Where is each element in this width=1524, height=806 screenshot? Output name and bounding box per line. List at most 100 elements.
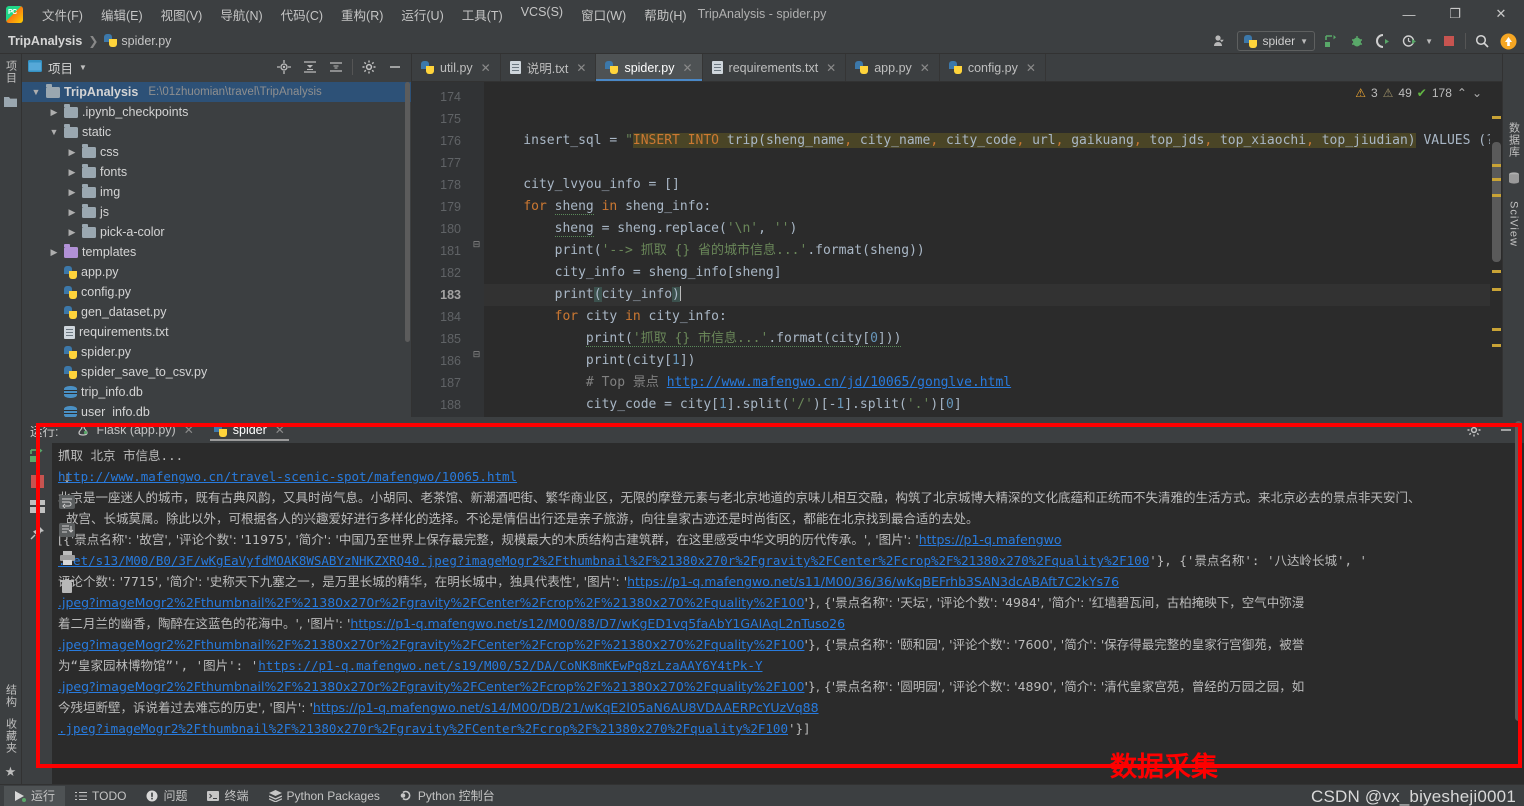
user-dropdown-icon[interactable] bbox=[1211, 31, 1231, 51]
console-line-11[interactable]: .jpeg?imageMogr2%2Fthumbnail%2F%21380x27… bbox=[58, 676, 1524, 697]
window-controls[interactable]: — ❐ ✕ bbox=[1386, 0, 1524, 28]
console-line-12[interactable]: 今残垣断壁，诉说着过去难忘的历史', '图片': 'https://p1-q.m… bbox=[58, 697, 1524, 718]
locate-icon[interactable] bbox=[274, 57, 294, 77]
stop-icon[interactable] bbox=[30, 475, 44, 491]
editor-scrollbar-thumb[interactable] bbox=[1492, 142, 1501, 262]
tool-window-project[interactable]: 项目 bbox=[3, 60, 19, 84]
editor-tab-spider.py[interactable]: spider.py ✕ bbox=[596, 54, 703, 81]
status-todo-icon[interactable]: TODO bbox=[65, 786, 136, 806]
code-line-179[interactable]: for sheng in sheng_info: bbox=[484, 196, 1502, 218]
close-icon[interactable]: ✕ bbox=[184, 423, 194, 437]
breadcrumb-project[interactable]: TripAnalysis bbox=[8, 34, 82, 48]
console-side-toolbar[interactable]: ↑ ↓ bbox=[52, 443, 82, 784]
menu-10[interactable]: 帮助(H) bbox=[635, 2, 695, 27]
console-link[interactable]: .jpeg?imageMogr2%2Fthumbnail%2F%21380x27… bbox=[58, 637, 804, 652]
collapse-all-icon[interactable] bbox=[326, 57, 346, 77]
trash-icon[interactable] bbox=[60, 579, 74, 597]
editor-tab-util.py[interactable]: util.py ✕ bbox=[412, 54, 501, 81]
code-line-178[interactable]: city_lvyou_info = [] bbox=[484, 174, 1502, 196]
console-line-4[interactable]: [{'景点名称': '故宫', '评论个数': '11975', '简介': '… bbox=[58, 529, 1524, 550]
code-line-181[interactable]: print('--> 抓取 {} 省的城市信息...'.format(sheng… bbox=[484, 240, 1502, 262]
console-link[interactable]: https://p1-q.mafengwo.net/s19/M00/52/DA/… bbox=[258, 658, 762, 673]
gear-icon[interactable] bbox=[359, 57, 379, 77]
code-line-188[interactable]: city_code = city[1].split('/')[-1].split… bbox=[484, 394, 1502, 416]
tree-node-css[interactable]: ▶ css bbox=[22, 142, 411, 162]
code-line-175[interactable] bbox=[484, 108, 1502, 130]
fold-marker-184[interactable]: ⊟ bbox=[472, 350, 481, 359]
code-line-186[interactable]: print(city[1]) bbox=[484, 350, 1502, 372]
chevron-right-icon[interactable]: ▶ bbox=[66, 147, 78, 158]
console-link[interactable]: https://p1-q.mafengwo bbox=[919, 532, 1062, 547]
print-icon[interactable] bbox=[59, 551, 75, 568]
menu-bar[interactable]: 文件(F) 编辑(E) 视图(V) 导航(N) 代码(C) 重构(R) 运行(U) 工具(T)… bbox=[33, 2, 696, 27]
editor-tab-bar[interactable]: util.py ✕ 说明.txt ✕ spider.py ✕ requirements.tx… bbox=[412, 54, 1502, 82]
code-line-174[interactable] bbox=[484, 86, 1502, 108]
close-icon[interactable]: ✕ bbox=[1026, 61, 1036, 75]
tree-node-requirements.txt[interactable]: requirements.txt bbox=[22, 322, 411, 342]
run-tab-spider[interactable]: spider ✕ bbox=[204, 417, 295, 443]
next-problem-icon[interactable]: ⌄ bbox=[1472, 86, 1482, 100]
menu-0[interactable]: 文件(F) bbox=[33, 2, 92, 27]
editor-tab-requirements.txt[interactable]: requirements.txt ✕ bbox=[703, 54, 847, 81]
console-line-5[interactable]: .net/s13/M00/B0/3F/wKgEaVyfdMOAK8WSABYzN… bbox=[58, 550, 1524, 571]
close-icon[interactable]: ✕ bbox=[920, 61, 930, 75]
left-tool-strip[interactable]: 项目 结构 收藏夹 ★ bbox=[0, 54, 22, 784]
tree-node-TripAnalysis[interactable]: ▼ TripAnalysis E:\01zhuomian\travel\TripAn… bbox=[22, 82, 411, 102]
tool-window-database[interactable]: 数据库 bbox=[1506, 122, 1522, 158]
fold-marker-179[interactable]: ⊟ bbox=[472, 240, 481, 249]
close-icon[interactable]: ✕ bbox=[275, 423, 285, 437]
console-line-8[interactable]: 着二月兰的幽香，陶醉在这蓝色的花海中。', '图片': 'https://p1-… bbox=[58, 613, 1524, 634]
chevron-right-icon[interactable]: ▶ bbox=[48, 107, 60, 118]
tree-node-config.py[interactable]: config.py bbox=[22, 282, 411, 302]
expand-all-icon[interactable] bbox=[300, 57, 320, 77]
console-line-3[interactable]: 故宫、长城莫属。除此以外，可根据各人的兴趣爱好进行多样化的选择。不论是情侣出行还… bbox=[58, 508, 1524, 529]
run-tab-bar[interactable]: Flask (app.py) ✕ spider ✕ bbox=[66, 417, 294, 443]
menu-5[interactable]: 重构(R) bbox=[332, 2, 392, 27]
console-line-0[interactable]: 抓取 北京 市信息... bbox=[58, 445, 1524, 466]
menu-8[interactable]: VCS(S) bbox=[512, 2, 572, 27]
tool-window-favorites[interactable]: 收藏夹 bbox=[3, 718, 19, 754]
chevron-right-icon[interactable]: ▶ bbox=[66, 207, 78, 218]
run-actions-toolbar[interactable] bbox=[22, 443, 52, 784]
editor-tab-config.py[interactable]: config.py ✕ bbox=[940, 54, 1046, 81]
close-icon[interactable]: ✕ bbox=[481, 61, 491, 75]
tool-window-structure[interactable]: 结构 bbox=[3, 684, 19, 708]
code-line-180[interactable]: sheng = sheng.replace('\n', '') bbox=[484, 218, 1502, 240]
console-link[interactable]: https://p1-q.mafengwo.net/s12/M00/88/D7/… bbox=[350, 616, 845, 631]
menu-4[interactable]: 代码(C) bbox=[272, 2, 332, 27]
run-tab-Flask (app.py)[interactable]: Flask (app.py) ✕ bbox=[66, 417, 203, 443]
profile-chevron-icon[interactable]: ▼ bbox=[1425, 37, 1433, 46]
code-line-183[interactable]: print(city_info) bbox=[484, 284, 1502, 306]
chevron-right-icon[interactable]: ▶ bbox=[66, 187, 78, 198]
console-link[interactable]: .net/s13/M00/B0/3F/wKgEaVyfdMOAK8WSABYzN… bbox=[58, 553, 1149, 568]
close-icon[interactable]: ✕ bbox=[682, 61, 692, 75]
status-problems-icon[interactable]: 问题 bbox=[136, 786, 197, 806]
status-terminal-icon[interactable]: 终端 bbox=[197, 786, 258, 806]
menu-7[interactable]: 工具(T) bbox=[453, 2, 512, 27]
code-line-176[interactable]: insert_sql = "INSERT INTO trip(sheng_nam… bbox=[484, 130, 1502, 152]
code-line-187[interactable]: # Top 景点 http://www.mafengwo.cn/jd/10065… bbox=[484, 372, 1502, 394]
tree-node-spider_save_to_csv.py[interactable]: spider_save_to_csv.py bbox=[22, 362, 411, 382]
scroll-down-icon[interactable]: ↓ bbox=[63, 470, 71, 485]
tree-node-img[interactable]: ▶ img bbox=[22, 182, 411, 202]
close-icon[interactable]: ✕ bbox=[826, 61, 836, 75]
search-icon[interactable] bbox=[1472, 31, 1492, 51]
console-line-6[interactable]: 评论个数': '7715', '简介': '史称天下九塞之一，是万里长城的精华，… bbox=[58, 571, 1524, 592]
tree-node-trip_info.db[interactable]: trip_info.db bbox=[22, 382, 411, 402]
run-icon[interactable] bbox=[1321, 31, 1341, 51]
scroll-to-end-icon[interactable] bbox=[59, 523, 75, 540]
hide-panel-icon[interactable] bbox=[1496, 420, 1516, 440]
status-bar-items[interactable]: 运行 TODO 问题 终端 Python Packages Python 控制台 bbox=[4, 785, 505, 806]
code-line-185[interactable]: print('抓取 {} 市信息...'.format(city[0])) bbox=[484, 328, 1502, 350]
console-link[interactable]: http://www.mafengwo.cn/travel-scenic-spo… bbox=[58, 469, 517, 484]
breadcrumb-file[interactable]: spider.py bbox=[121, 34, 171, 48]
prev-problem-icon[interactable]: ⌃ bbox=[1457, 86, 1467, 100]
layout-icon[interactable] bbox=[29, 500, 45, 516]
code-line-182[interactable]: city_info = sheng_info[sheng] bbox=[484, 262, 1502, 284]
editor-tab-说明.txt[interactable]: 说明.txt ✕ bbox=[501, 54, 597, 81]
menu-9[interactable]: 窗口(W) bbox=[572, 2, 635, 27]
minimize-button[interactable]: — bbox=[1386, 0, 1432, 28]
tree-node-fonts[interactable]: ▶ fonts bbox=[22, 162, 411, 182]
debug-icon[interactable] bbox=[1347, 31, 1367, 51]
console-link[interactable]: https://p1-q.mafengwo.net/s11/M00/36/36/… bbox=[627, 574, 1119, 589]
